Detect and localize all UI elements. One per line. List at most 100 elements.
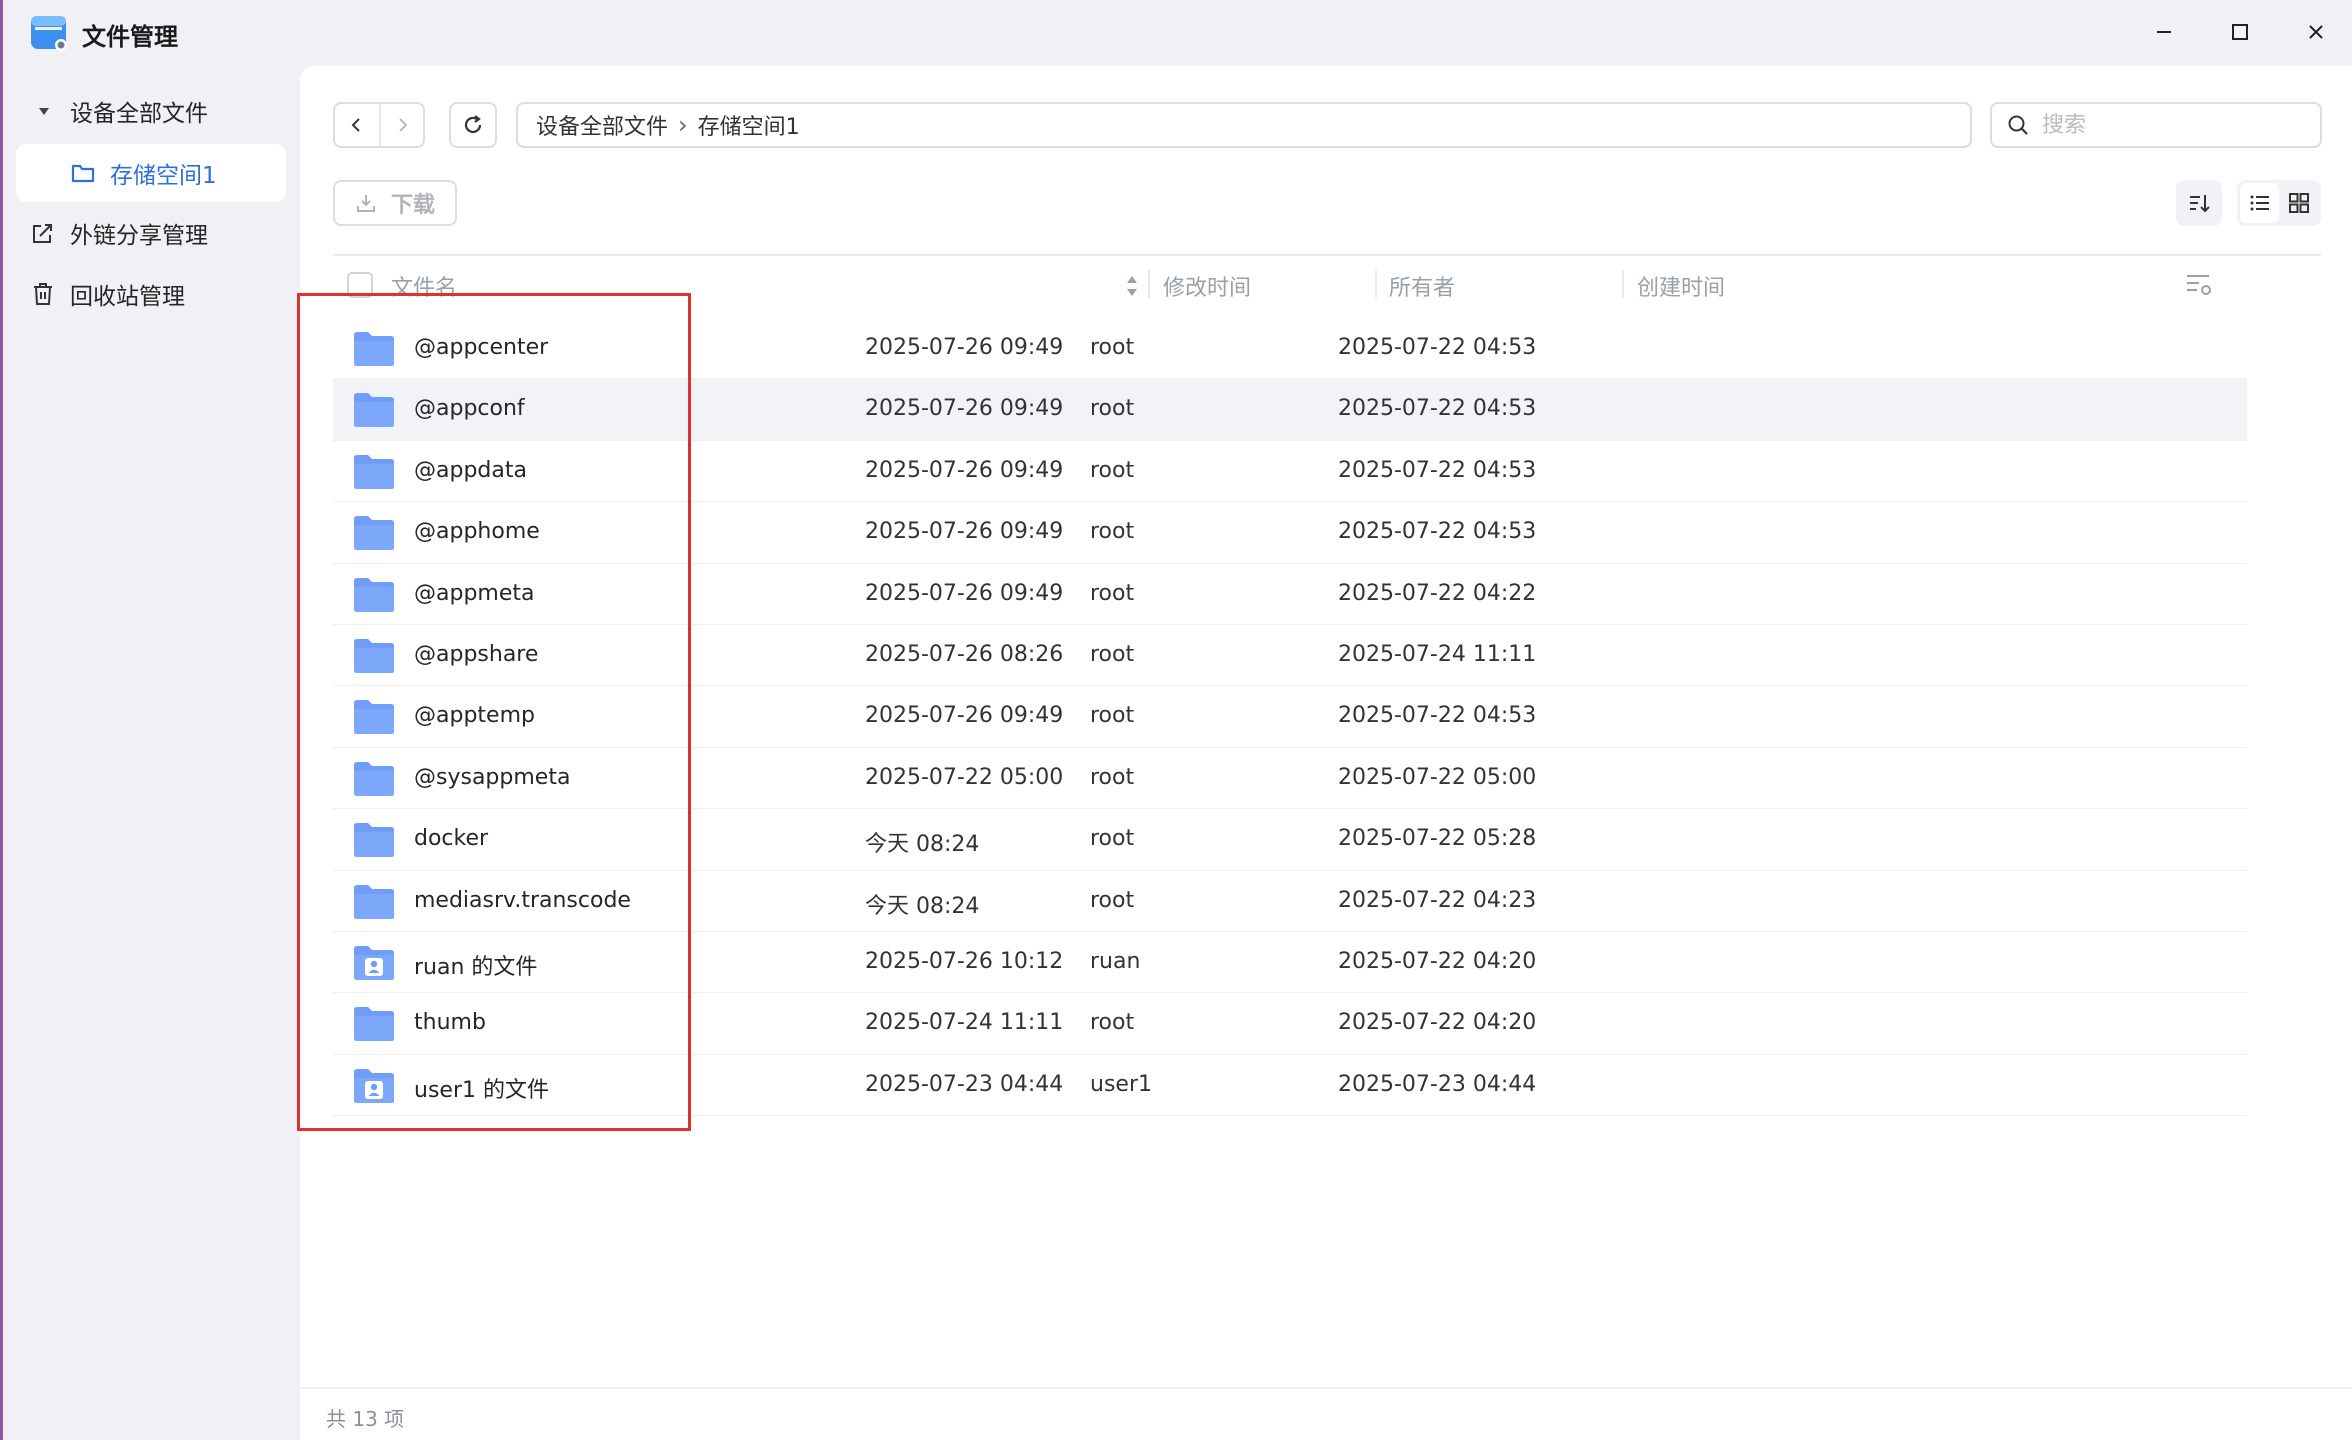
owner: user1 xyxy=(1090,1071,1152,1097)
caret-down-icon[interactable] xyxy=(26,104,62,118)
column-divider[interactable] xyxy=(1148,270,1150,298)
file-name[interactable]: @appdata xyxy=(414,458,527,483)
forward-button[interactable] xyxy=(379,104,423,146)
modified-time: 2025-07-26 08:26 xyxy=(865,641,1064,667)
file-name[interactable]: docker xyxy=(414,826,488,851)
download-button[interactable]: 下载 xyxy=(333,180,457,226)
table-row[interactable]: @appmeta 2025-07-26 09:49 root 2025-07-2… xyxy=(333,564,2247,625)
table-row[interactable]: user1 的文件 2025-07-23 04:44 user1 2025-07… xyxy=(333,1055,2247,1117)
search-box[interactable] xyxy=(1990,102,2322,148)
trash-icon xyxy=(30,282,56,306)
sidebar-item-label: 存储空间1 xyxy=(110,163,217,189)
grid-view-icon xyxy=(2288,193,2309,213)
created-time: 2025-07-22 04:53 xyxy=(1338,396,1537,422)
table-row[interactable]: @appdata 2025-07-26 09:49 root 2025-07-2… xyxy=(333,441,2247,503)
maximize-button[interactable] xyxy=(2218,14,2262,50)
modified-time: 2025-07-26 09:49 xyxy=(865,396,1064,422)
table-row[interactable]: @sysappmeta 2025-07-22 05:00 root 2025-0… xyxy=(333,748,2247,810)
sidebar-item-storage-space-1[interactable]: 存储空间1 xyxy=(16,144,286,202)
sort-icon xyxy=(2190,195,2210,213)
download-icon xyxy=(356,195,375,212)
grid-view-button[interactable] xyxy=(2279,183,2318,223)
created-time: 2025-07-23 04:44 xyxy=(1338,1071,1537,1097)
column-divider[interactable] xyxy=(1622,270,1624,298)
item-count: 共 13 项 xyxy=(326,1407,405,1431)
column-header-filename[interactable]: 文件名 xyxy=(391,270,457,302)
created-time: 2025-07-22 04:53 xyxy=(1338,703,1537,729)
select-all-checkbox[interactable] xyxy=(347,272,373,298)
table-row[interactable]: docker 今天 08:24 root 2025-07-22 05:28 xyxy=(333,809,2247,871)
file-name[interactable]: user1 的文件 xyxy=(414,1072,549,1104)
file-name[interactable]: @sysappmeta xyxy=(414,765,570,790)
sort-button[interactable] xyxy=(2176,180,2222,226)
file-name[interactable]: @appconf xyxy=(414,396,525,421)
owner: root xyxy=(1090,887,1135,913)
modified-time: 2025-07-26 09:49 xyxy=(865,703,1064,729)
sort-arrows-icon[interactable] xyxy=(1125,274,1139,298)
sidebar-item-label: 回收站管理 xyxy=(70,284,185,310)
table-row[interactable]: mediasrv.transcode 今天 08:24 root 2025-07… xyxy=(333,871,2247,932)
created-time: 2025-07-22 04:20 xyxy=(1338,1010,1537,1036)
file-name[interactable]: @apphome xyxy=(414,519,540,544)
file-name[interactable]: @appcenter xyxy=(414,335,548,360)
modified-time: 2025-07-22 05:00 xyxy=(865,764,1064,790)
back-button[interactable] xyxy=(335,104,379,146)
folder-icon xyxy=(353,392,395,428)
table-row[interactable]: @appconf 2025-07-26 09:49 root 2025-07-2… xyxy=(333,379,2247,441)
modified-time: 2025-07-24 11:11 xyxy=(865,1010,1064,1036)
breadcrumb-item-all-device-files[interactable]: 设备全部文件 xyxy=(536,109,668,141)
sidebar-item-link-sharing[interactable]: 外链分享管理 xyxy=(16,204,286,262)
search-input[interactable] xyxy=(2042,112,2302,138)
file-name[interactable]: ruan 的文件 xyxy=(414,949,537,981)
owner: ruan xyxy=(1090,948,1141,974)
modified-time: 今天 08:24 xyxy=(865,832,980,858)
sidebar: 设备全部文件 存储空间1 外链分享管理 回收站管理 xyxy=(0,66,300,1440)
close-button[interactable] xyxy=(2294,14,2338,50)
table-row[interactable]: thumb 2025-07-24 11:11 root 2025-07-22 0… xyxy=(333,993,2247,1055)
refresh-icon xyxy=(464,115,482,134)
folder-icon xyxy=(353,577,395,613)
breadcrumb[interactable]: 设备全部文件 › 存储空间1 xyxy=(516,102,1972,148)
column-header-created-time[interactable]: 创建时间 xyxy=(1637,270,1725,302)
table-row[interactable]: ruan 的文件 2025-07-26 10:12 ruan 2025-07-2… xyxy=(333,932,2247,994)
breadcrumb-item-storage-space-1[interactable]: 存储空间1 xyxy=(698,109,800,141)
owner: root xyxy=(1090,335,1135,360)
folder-icon xyxy=(353,1006,395,1042)
file-name[interactable]: @appshare xyxy=(414,642,538,667)
modified-time: 2025-07-26 10:12 xyxy=(865,948,1064,974)
owner: root xyxy=(1090,641,1135,667)
table-row[interactable]: @appcenter 2025-07-26 09:49 root 2025-07… xyxy=(333,318,2247,380)
column-header-owner[interactable]: 所有者 xyxy=(1389,270,1455,302)
chevron-right-icon xyxy=(399,118,408,132)
sidebar-item-recycle-bin[interactable]: 回收站管理 xyxy=(16,265,286,323)
refresh-button[interactable] xyxy=(449,102,497,148)
folder-icon xyxy=(353,515,395,551)
created-time: 2025-07-22 04:23 xyxy=(1338,887,1537,913)
column-divider[interactable] xyxy=(1375,270,1377,298)
table-row[interactable]: @apphome 2025-07-26 09:49 root 2025-07-2… xyxy=(333,502,2247,564)
modified-time: 今天 08:24 xyxy=(865,893,980,919)
file-name[interactable]: @apptemp xyxy=(414,703,535,728)
column-header-modified-time[interactable]: 修改时间 xyxy=(1163,270,1251,302)
modified-time: 2025-07-26 09:49 xyxy=(865,580,1064,606)
table-row[interactable]: @appshare 2025-07-26 08:26 root 2025-07-… xyxy=(333,625,2247,687)
minimize-button[interactable] xyxy=(2142,14,2186,50)
list-view-icon xyxy=(2250,195,2269,211)
folder-icon xyxy=(353,454,395,490)
modified-time: 2025-07-23 04:44 xyxy=(865,1071,1064,1097)
created-time: 2025-07-22 04:53 xyxy=(1338,335,1537,360)
folder-outline-icon xyxy=(70,162,96,184)
main-panel: 设备全部文件 › 存储空间1 下载 文件名 修改时间 所有者 创建时间 xyxy=(300,66,2352,1440)
share-icon xyxy=(30,221,56,245)
file-name[interactable]: mediasrv.transcode xyxy=(414,888,631,913)
owner: root xyxy=(1090,580,1135,606)
modified-time: 2025-07-26 09:49 xyxy=(865,457,1064,483)
file-name[interactable]: thumb xyxy=(414,1010,486,1035)
list-view-button[interactable] xyxy=(2240,183,2279,223)
window-title: 文件管理 xyxy=(82,23,178,51)
sidebar-item-all-device-files[interactable]: 设备全部文件 xyxy=(16,82,286,140)
table-row[interactable]: @apptemp 2025-07-26 09:49 root 2025-07-2… xyxy=(333,686,2247,748)
column-settings-icon[interactable] xyxy=(2185,272,2215,298)
file-name[interactable]: @appmeta xyxy=(414,581,534,606)
created-time: 2025-07-22 04:22 xyxy=(1338,580,1537,606)
